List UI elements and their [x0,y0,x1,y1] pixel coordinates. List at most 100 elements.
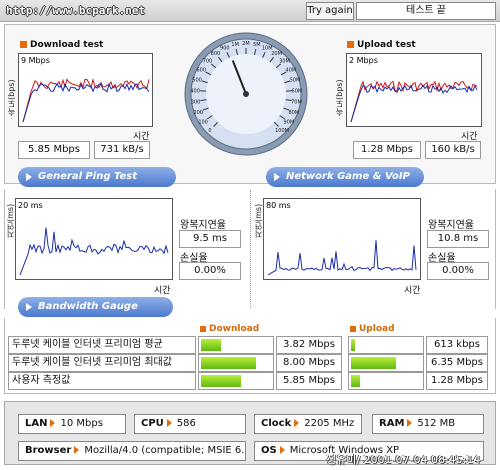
bandwidth-row-label: 두루넷 케이블 인터넷 프리미엄 최대값 [8,354,196,372]
download-value: 5.85 Mbps [276,372,342,390]
gauge-tick-label: 100M [275,128,289,134]
download-value: 8.00 Mbps [276,354,342,372]
tab-general-ping[interactable]: General Ping Test [18,167,176,187]
arrow-right-icon [294,419,300,427]
game-graph: 80 ms [263,198,421,280]
gauge-tick-label: 80M [288,110,299,116]
game-latency-label: 왕복지연율 [428,220,474,231]
ram-info: RAM 512 MB [372,414,484,434]
ping-divider [250,190,251,308]
os-label: OS [261,445,277,456]
upload-bar-fill [351,375,361,387]
gauge-tick-label: 800 [211,51,221,57]
upload-graph: 2 Mbps [346,53,482,127]
upload-bar-fill [351,339,356,351]
gauge-tick-label: 20M [271,51,282,57]
download-series-blue [22,82,150,123]
arrow-right-icon [50,419,56,427]
bandwidth-row-label: 사용자 측정값 [8,372,196,390]
ping-latency: 9.5 ms [179,230,241,248]
clock-info: Clock 2205 MHz [254,414,362,434]
download-kbs: 731 kB/s [94,141,150,159]
try-again-button[interactable]: Try again [306,2,354,20]
download-bar-fill [201,357,256,369]
gauge-tick-label: 900 [220,46,230,52]
gauge-tick-label: 5M [253,42,261,48]
bullet-icon [200,325,206,332]
download-title-text: Download test [30,40,104,50]
bandwidth-row-label: 두루넷 케이블 인터넷 프리미엄 평균 [8,336,196,354]
gauge-tick-label: 1M [231,42,239,48]
upload-bar [348,372,424,390]
download-bar-fill [201,339,221,351]
upload-series-blue [350,84,478,123]
download-header: Download [200,324,259,334]
game-scale: 80 ms [266,201,291,210]
gauge-tick-label: 30M [279,59,290,65]
bullet-icon [350,325,356,332]
gauge-tick-label: 600 [196,68,206,74]
ping-latency-label: 왕복지연율 [180,220,226,231]
gauge-tick-label: 40M [285,68,296,74]
gauge-tick-label: 90M [284,120,295,126]
download-value: 3.82 Mbps [276,336,342,354]
upload-header: Upload [350,324,395,334]
upload-bar [348,336,424,354]
ram-value: 512 MB [417,418,456,429]
upload-bar-fill [351,357,396,369]
game-latency: 10.8 ms [427,230,489,248]
upload-kbs: 160 kB/s [425,141,481,159]
browser-info: Browser Mozilla/4.0 (compatible; MSIE 6.0 [18,441,246,461]
game-series [267,240,417,276]
ram-label: RAM [379,418,405,429]
lan-info: LAN 10 Mbps [18,414,126,434]
gauge-tick-label: 700 [203,59,213,65]
gauge-tick-label: 50M [290,78,301,84]
cpu-value: 586 [176,418,196,429]
gauge-tick-label: 200 [193,110,203,116]
cpu-label: CPU [141,418,164,429]
download-header-text: Download [209,324,260,334]
download-bar [198,336,274,354]
ping-series [19,227,169,276]
ping-axis: 시간 [154,286,171,296]
arrow-right-icon [279,446,285,454]
tab-network-game[interactable]: Network Game & VoIP Test [266,167,424,202]
tab-bandwidth-gauge[interactable]: Bandwidth Gauge [18,297,173,317]
game-loss: 0.00% [427,262,489,280]
gauge-tick-label: 300 [191,99,201,105]
download-title: Download test [20,40,103,50]
upload-title: Upload test [347,40,416,50]
game-axis: 시간 [404,286,421,296]
download-mbps: 5.85 Mbps [18,141,90,159]
browser-label: Browser [25,445,72,456]
gauge-tick-label: 60M [292,88,303,94]
download-graph-svg: 9 Mbps [21,56,150,123]
bullet-icon [347,41,354,48]
download-scale: 9 Mbps [21,56,50,65]
ping-graph: 20 ms [15,198,173,280]
gauge-tick-label: 100 [198,120,208,126]
arrow-right-icon [166,419,172,427]
site-url[interactable]: http://www.bcpark.net [6,4,145,17]
arrow-right-icon [74,446,80,454]
speed-gauge: 0 100 200 300 400 500 600 700 800 900 1M 2M 5M 10M 20M… [183,31,309,157]
lan-label: LAN [25,418,48,429]
upload-bar [348,354,424,372]
timestamp-watermark: 정유미/ 2001-07-04 08:45:14 [326,453,481,466]
download-bar-fill [201,375,241,387]
cpu-info: CPU 586 [134,414,246,434]
ping-scale: 20 ms [18,201,43,210]
upload-graph-svg: 2 Mbps [349,56,478,123]
gauge-tick-label: 0 [208,128,211,134]
clock-label: Clock [261,418,292,429]
download-ylabel: 속도(bps) [7,79,16,116]
upload-mbps: 1.28 Mbps [353,141,421,159]
upload-value: 1.28 Mbps [426,372,488,390]
upload-ylabel: 속도(bps) [335,79,344,116]
gauge-tick-label: 400 [190,88,200,94]
download-graph: 9 Mbps [18,53,153,127]
upload-header-text: Upload [359,324,395,334]
gauge-tick-label: 2M [242,41,250,47]
test-end-button[interactable]: 테스트 끝 [356,2,496,20]
